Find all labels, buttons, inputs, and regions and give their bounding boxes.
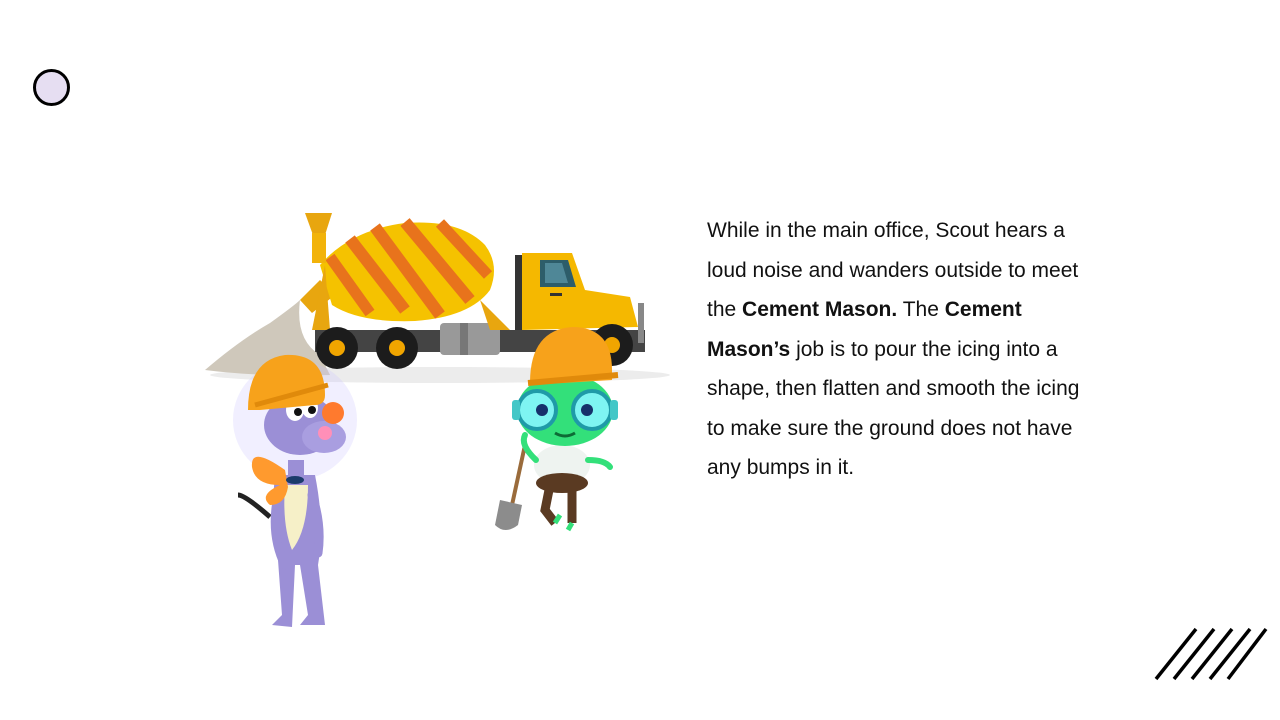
purple-dog-character	[233, 354, 357, 627]
green-alien-character	[495, 327, 619, 532]
paragraph-bold-1: Cement Mason.	[742, 298, 898, 321]
circle-decoration	[33, 69, 70, 106]
construction-illustration	[205, 213, 670, 627]
paragraph-text-2: The	[897, 298, 945, 321]
paragraph-body: While in the main office, Scout hears a …	[707, 211, 1097, 488]
shovel-icon	[495, 444, 527, 530]
diagonal-lines-decoration	[1154, 627, 1268, 681]
slide: While in the main office, Scout hears a …	[0, 0, 1280, 720]
